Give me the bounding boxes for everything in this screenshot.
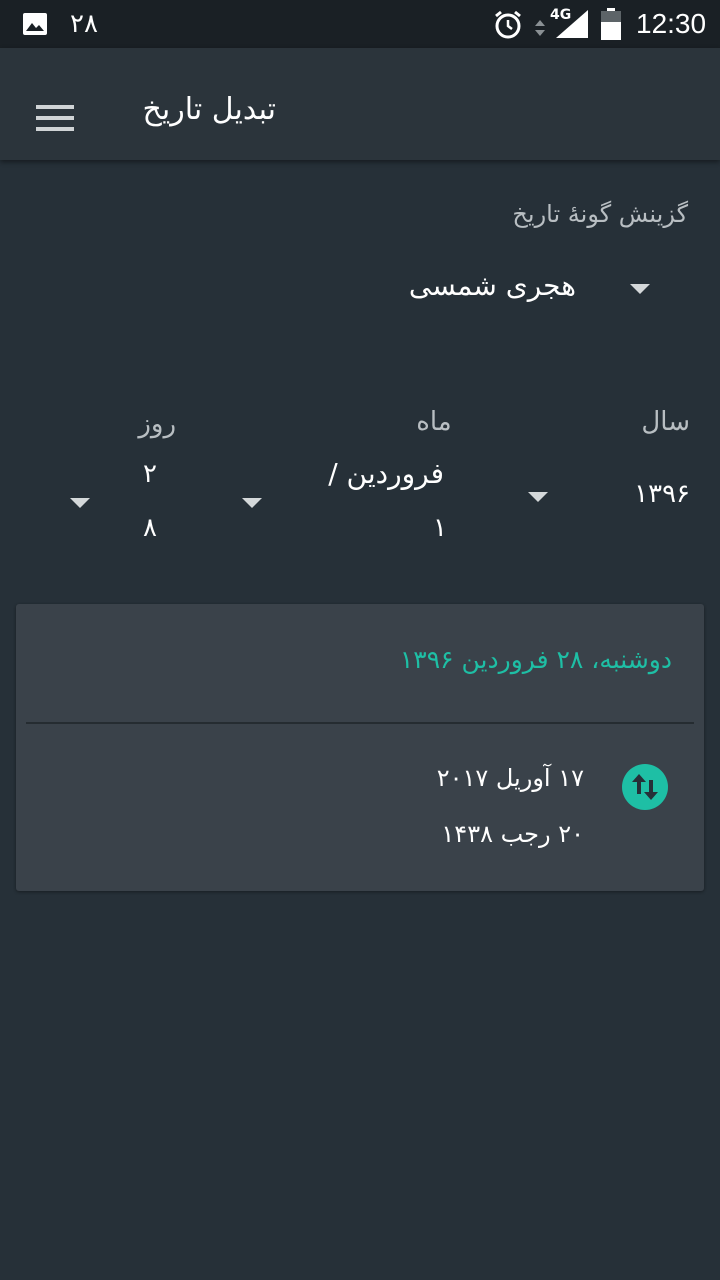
calendar-type-selected: هجری شمسی [408,269,576,302]
month-dropdown[interactable]: فروردین / ۱ [260,450,560,550]
image-notification-icon [23,13,47,35]
signal-icon [556,10,588,38]
status-bar: ۲۸ 4G 12:30 [0,0,720,48]
hijri-date: ۲۰ رجب ۱۴۳۸ [441,820,584,848]
month-label: ماه [416,407,452,437]
year-input[interactable]: ۱۳۹۶ [610,474,690,514]
chevron-down-icon [528,492,548,502]
result-card: دوشنبه، ۲۸ فروردین ۱۳۹۶ ۱۷ آوریل ۲۰۱۷ ۲۰… [16,604,704,891]
day-units-dropdown[interactable]: ۸ [130,508,170,548]
result-header: دوشنبه، ۲۸ فروردین ۱۳۹۶ [399,645,672,674]
day-label: روز [138,409,176,439]
page-title: تبدیل تاریخ [142,92,276,127]
swap-button[interactable] [622,764,668,810]
clock: 12:30 [636,8,707,39]
swap-vert-icon [632,774,658,800]
chevron-down-icon[interactable] [242,498,262,508]
month-number: ۱ [433,513,447,543]
gregorian-date: ۱۷ آوریل ۲۰۱۷ [436,764,584,792]
day-tens-dropdown[interactable]: ۲ [130,454,170,494]
chevron-down-icon [630,284,650,294]
menu-button[interactable] [36,102,76,134]
calendar-type-dropdown[interactable]: هجری شمسی [400,262,670,318]
chevron-down-icon[interactable] [70,498,90,508]
calendar-type-label: گزینش گونهٔ تاریخ [512,200,688,228]
year-label: سال [641,407,690,437]
divider [26,722,694,724]
alarm-icon [495,10,521,39]
data-arrows-icon [535,20,545,36]
app-bar: تبدیل تاریخ [0,48,720,160]
month-selected: فروردین / [328,457,444,490]
notification-count: ۲۸ [70,9,98,39]
battery-icon [601,8,621,40]
hamburger-menu-icon [36,105,74,131]
